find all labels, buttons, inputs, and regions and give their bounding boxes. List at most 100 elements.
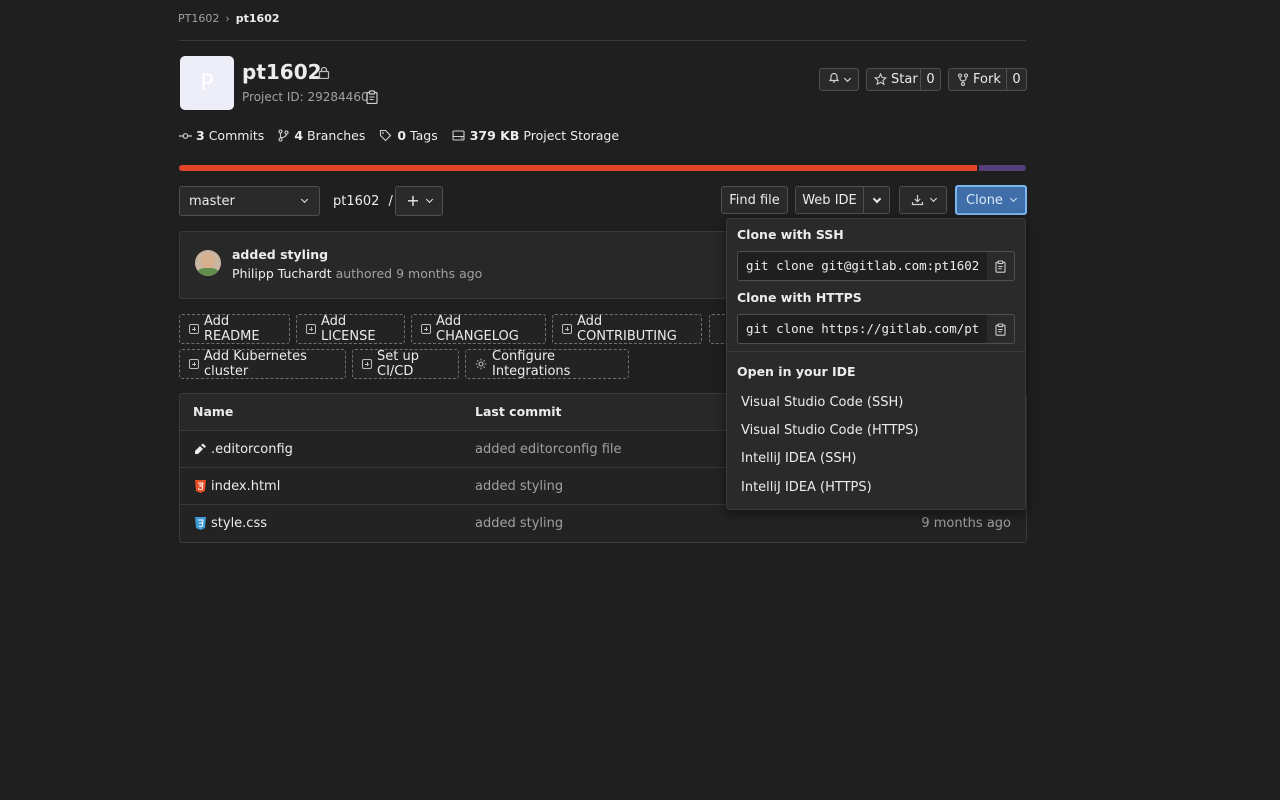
branches-link[interactable]: 4 Branches bbox=[278, 128, 365, 143]
file-name-link[interactable]: index.html bbox=[211, 468, 280, 505]
storage-size: 379 KB bbox=[469, 128, 520, 143]
quick-action-add-kubernetes-cluster[interactable]: Add Kubernetes cluster bbox=[179, 349, 346, 379]
quick-action-label: Add Kubernetes cluster bbox=[204, 349, 307, 379]
tags-label: Tags bbox=[410, 128, 438, 143]
star-icon bbox=[874, 73, 887, 86]
project-avatar[interactable]: P bbox=[180, 56, 234, 110]
branch-switcher-dropdown[interactable]: master bbox=[179, 186, 320, 216]
repository-languages-bar[interactable] bbox=[179, 165, 1026, 171]
chevron-down-icon bbox=[872, 194, 881, 203]
css3-icon bbox=[195, 517, 206, 530]
clipboard-icon bbox=[995, 259, 1006, 273]
storage-label: Project Storage bbox=[523, 128, 620, 143]
quick-action-setup-cicd[interactable]: Set up CI/CD bbox=[352, 349, 459, 379]
file-commit-message-link[interactable]: added editorconfig file bbox=[475, 431, 622, 468]
breadcrumb-current[interactable]: pt1602 bbox=[236, 12, 280, 25]
add-icon bbox=[362, 359, 372, 369]
web-ide-split-dropdown[interactable] bbox=[863, 186, 890, 214]
chevron-down-icon bbox=[843, 74, 852, 82]
find-file-button[interactable]: Find file bbox=[721, 186, 788, 214]
fork-button[interactable]: Fork 0 bbox=[948, 68, 1027, 91]
column-header-last-commit: Last commit bbox=[475, 404, 562, 419]
star-label: Star bbox=[891, 72, 918, 87]
tag-icon bbox=[379, 129, 392, 142]
storage-link[interactable]: 379 KB Project Storage bbox=[452, 128, 619, 143]
add-icon bbox=[421, 324, 431, 334]
project-id: Project ID: 29284460 bbox=[242, 90, 369, 104]
fork-label: Fork bbox=[973, 72, 1001, 87]
fork-icon bbox=[957, 73, 969, 86]
star-button[interactable]: Star 0 bbox=[866, 68, 941, 91]
header-divider bbox=[179, 40, 1026, 41]
ide-item-intellij-https[interactable]: IntelliJ IDEA (HTTPS) bbox=[741, 480, 872, 495]
add-icon bbox=[189, 359, 199, 369]
commits-label: Commits bbox=[208, 128, 265, 143]
project-stats: 3 Commits 4 Branches 0 Tags 379 KB Proje… bbox=[179, 128, 619, 143]
commit-icon bbox=[179, 131, 192, 141]
commit-author-link[interactable]: Philipp Tuchardt bbox=[232, 266, 332, 281]
author-avatar-shirt bbox=[197, 268, 219, 276]
bell-icon bbox=[828, 71, 840, 88]
chevron-down-icon bbox=[300, 195, 309, 204]
star-count[interactable]: 0 bbox=[920, 68, 940, 91]
quick-action-add-changelog[interactable]: Add CHANGELOG bbox=[411, 314, 546, 344]
ide-item-vscode-https[interactable]: Visual Studio Code (HTTPS) bbox=[741, 423, 919, 438]
quick-action-label: Add README bbox=[204, 314, 260, 344]
chevron-down-icon bbox=[929, 194, 937, 203]
quick-action-add-contributing[interactable]: Add CONTRIBUTING bbox=[552, 314, 702, 344]
commit-title-link[interactable]: added styling bbox=[232, 247, 328, 262]
repo-path-link[interactable]: pt1602 bbox=[333, 194, 379, 209]
file-name-link[interactable]: .editorconfig bbox=[211, 431, 293, 468]
add-icon bbox=[189, 324, 199, 334]
author-avatar-face bbox=[201, 253, 215, 269]
branch-switcher-label: master bbox=[189, 193, 235, 209]
file-commit-message-link[interactable]: added styling bbox=[475, 505, 563, 542]
download-icon bbox=[911, 194, 924, 206]
language-bar-segment[interactable] bbox=[978, 165, 1026, 171]
commits-count: 3 bbox=[196, 128, 205, 143]
quick-action-label: Add CHANGELOG bbox=[436, 314, 519, 344]
column-header-name: Name bbox=[193, 404, 234, 419]
clone-https-url-field[interactable]: git clone https://gitlab.com/pt bbox=[737, 314, 989, 344]
clone-dropdown-button[interactable]: Clone bbox=[955, 185, 1027, 215]
quick-action-add-readme[interactable]: Add README bbox=[179, 314, 290, 344]
file-commit-message-link[interactable]: added styling bbox=[475, 468, 563, 505]
clone-https-title: Clone with HTTPS bbox=[737, 290, 862, 305]
clone-ssh-title: Clone with SSH bbox=[737, 227, 844, 242]
quick-action-configure-integrations[interactable]: Configure Integrations bbox=[465, 349, 629, 379]
copy-project-id-icon[interactable] bbox=[366, 90, 378, 108]
language-bar-segment[interactable] bbox=[179, 165, 977, 171]
quick-action-label: Configure Integrations bbox=[492, 349, 571, 379]
project-avatar-letter: P bbox=[200, 70, 214, 96]
storage-icon bbox=[452, 130, 465, 141]
commits-link[interactable]: 3 Commits bbox=[179, 128, 264, 143]
branches-label: Branches bbox=[307, 128, 366, 143]
quick-action-add-license[interactable]: Add LICENSE bbox=[296, 314, 405, 344]
add-to-tree-dropdown[interactable]: + bbox=[395, 186, 443, 216]
tags-count: 0 bbox=[397, 128, 407, 143]
ide-item-intellij-ssh[interactable]: IntelliJ IDEA (SSH) bbox=[741, 451, 856, 466]
gear-icon bbox=[475, 358, 487, 370]
tags-link[interactable]: 0 Tags bbox=[379, 128, 438, 143]
file-name-link[interactable]: style.css bbox=[211, 505, 267, 542]
ide-item-vscode-ssh[interactable]: Visual Studio Code (SSH) bbox=[741, 395, 903, 410]
clipboard-icon bbox=[995, 322, 1006, 336]
web-ide-button[interactable]: Web IDE bbox=[795, 186, 864, 214]
open-in-ide-title: Open in your IDE bbox=[737, 364, 856, 379]
breadcrumb: PT1602 › pt1602 bbox=[178, 12, 280, 25]
repo-path-separator: / bbox=[388, 194, 393, 209]
quick-action-label: Add LICENSE bbox=[321, 314, 376, 344]
editorconfig-icon bbox=[194, 443, 207, 455]
plus-icon: + bbox=[406, 191, 420, 210]
notification-dropdown-button[interactable] bbox=[819, 68, 859, 91]
author-avatar[interactable] bbox=[195, 250, 221, 276]
lock-icon bbox=[318, 66, 330, 83]
clone-ssh-url-field[interactable]: git clone git@gitlab.com:pt1602 bbox=[737, 251, 989, 281]
download-dropdown[interactable] bbox=[899, 186, 947, 214]
branch-icon bbox=[278, 129, 289, 142]
copy-https-url-button[interactable] bbox=[987, 314, 1015, 344]
chevron-down-icon bbox=[425, 195, 433, 204]
copy-ssh-url-button[interactable] bbox=[987, 251, 1015, 281]
breadcrumb-parent-link[interactable]: PT1602 bbox=[178, 12, 219, 25]
fork-count[interactable]: 0 bbox=[1006, 68, 1026, 91]
